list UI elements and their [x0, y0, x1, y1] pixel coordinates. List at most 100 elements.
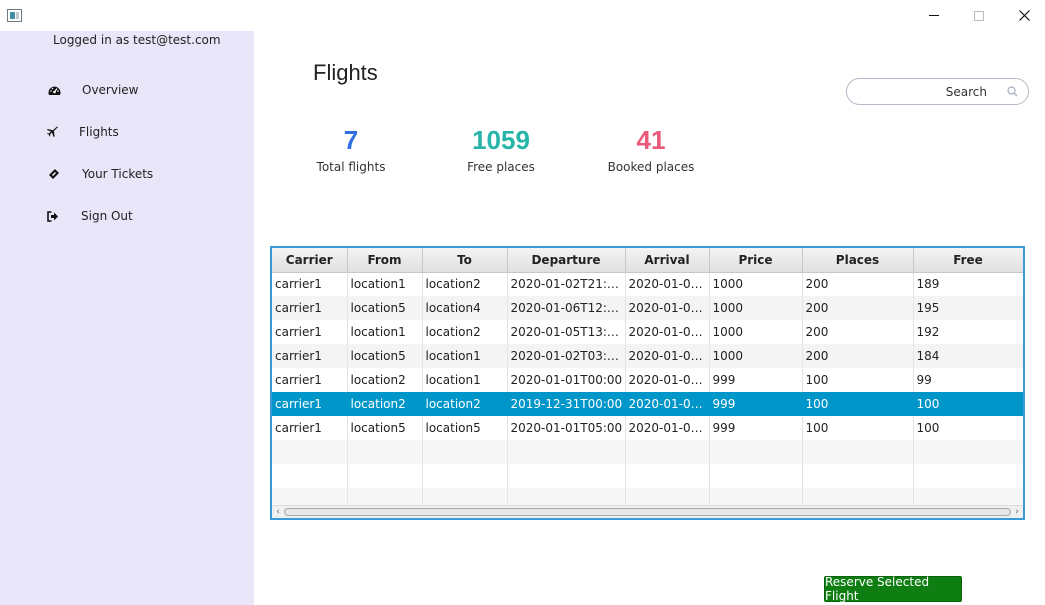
search-box[interactable]	[846, 78, 1029, 105]
stat-total-flights: 7 Total flights	[281, 124, 421, 174]
table-row[interactable]: carrier1 location1 location2 2020-01-02T…	[272, 272, 1023, 296]
cell-carrier: carrier1	[272, 272, 348, 296]
column-header-arrival[interactable]: Arrival	[625, 248, 710, 273]
column-header-price[interactable]: Price	[709, 248, 803, 273]
cell-carrier: carrier1	[272, 296, 348, 320]
cell-free: 99	[913, 368, 1023, 392]
cell-arrival: 2020-01-01T…	[625, 416, 710, 440]
close-icon	[1018, 10, 1030, 21]
sidebar-item-your-tickets[interactable]: Your Tickets	[0, 161, 254, 187]
cell-departure: 2020-01-05T13:10:25	[507, 320, 626, 344]
sidebar-item-sign-out[interactable]: Sign Out	[0, 203, 254, 229]
stat-caption: Free places	[467, 160, 535, 174]
cell-price: 1000	[709, 344, 803, 368]
sidebar-item-label: Your Tickets	[82, 167, 154, 181]
scroll-left-icon[interactable]: ‹	[272, 506, 284, 518]
cell-from: location5	[347, 344, 423, 368]
cell-arrival: 2020-01-02T…	[625, 344, 710, 368]
stat-value: 41	[636, 125, 666, 155]
dashboard-icon	[47, 83, 61, 97]
cell-to: location2	[422, 272, 508, 296]
column-header-free[interactable]: Free	[913, 248, 1023, 273]
flights-table[interactable]: Carrier From To Departure Arrival Price …	[270, 246, 1025, 520]
stat-booked-places: 41 Booked places	[581, 124, 721, 174]
app-icon	[7, 9, 22, 22]
minimize-button[interactable]	[911, 0, 957, 31]
cell-places: 200	[802, 320, 914, 344]
cell-departure: 2020-01-01T00:00	[507, 368, 626, 392]
cell-price: 999	[709, 368, 803, 392]
empty-row	[272, 440, 1023, 464]
table-row[interactable]: carrier1 location5 location4 2020-01-06T…	[272, 296, 1023, 320]
cell-price: 1000	[709, 272, 803, 296]
maximize-icon	[974, 10, 984, 21]
cell-places: 100	[802, 416, 914, 440]
cell-free: 192	[913, 320, 1023, 344]
cell-from: location5	[347, 416, 423, 440]
table-row[interactable]: carrier1 location1 location2 2020-01-05T…	[272, 320, 1023, 344]
sign-out-icon	[46, 209, 60, 223]
cell-to: location2	[422, 392, 508, 416]
cell-carrier: carrier1	[272, 392, 348, 416]
scrollbar-thumb[interactable]	[284, 508, 1011, 516]
stat-caption: Total flights	[316, 160, 386, 174]
scroll-right-icon[interactable]: ›	[1011, 506, 1023, 518]
ticket-icon	[47, 167, 61, 181]
column-header-places[interactable]: Places	[802, 248, 914, 273]
cell-departure: 2019-12-31T00:00	[507, 392, 626, 416]
cell-arrival: 2020-01-01T…	[625, 392, 710, 416]
page-title: Flights	[313, 60, 378, 85]
maximize-button[interactable]	[956, 0, 1002, 31]
cell-departure: 2020-01-02T03:51:55	[507, 344, 626, 368]
search-input[interactable]	[857, 83, 1007, 101]
cell-price: 1000	[709, 320, 803, 344]
table-row[interactable]: carrier1 location5 location1 2020-01-02T…	[272, 344, 1023, 368]
sidebar-item-overview[interactable]: Overview	[0, 77, 254, 103]
minimize-icon	[929, 15, 939, 16]
cell-places: 200	[802, 272, 914, 296]
reserve-selected-flight-button[interactable]: Reserve Selected Flight	[824, 575, 962, 603]
cell-carrier: carrier1	[272, 344, 348, 368]
cell-departure: 2020-01-01T05:00	[507, 416, 626, 440]
cell-from: location1	[347, 320, 423, 344]
cell-from: location1	[347, 272, 423, 296]
cell-price: 999	[709, 392, 803, 416]
horizontal-scrollbar[interactable]: ‹ ›	[272, 505, 1023, 518]
column-header-carrier[interactable]: Carrier	[272, 248, 348, 273]
sidebar: Logged in as test@test.com Overview Flig…	[0, 31, 254, 605]
cell-places: 100	[802, 392, 914, 416]
cell-free: 189	[913, 272, 1023, 296]
cell-carrier: carrier1	[272, 416, 348, 440]
cell-arrival: 2020-01-05T…	[625, 320, 710, 344]
table-row[interactable]: carrier1 location2 location1 2020-01-01T…	[272, 368, 1023, 392]
table-row[interactable]: carrier1 location5 location5 2020-01-01T…	[272, 416, 1023, 440]
cell-arrival: 2020-01-03T…	[625, 272, 710, 296]
cell-to: location4	[422, 296, 508, 320]
cell-departure: 2020-01-06T12:00:37	[507, 296, 626, 320]
cell-from: location2	[347, 368, 423, 392]
empty-row	[272, 464, 1023, 488]
title-bar	[0, 0, 1045, 31]
cell-free: 184	[913, 344, 1023, 368]
stat-value: 7	[343, 125, 359, 155]
cell-places: 100	[802, 368, 914, 392]
cell-arrival: 2020-01-06T…	[625, 296, 710, 320]
stat-free-places: 1059 Free places	[431, 124, 571, 174]
cell-to: location1	[422, 344, 508, 368]
table-header: Carrier From To Departure Arrival Price …	[272, 248, 1023, 273]
column-header-departure[interactable]: Departure	[507, 248, 626, 273]
cell-to: location2	[422, 320, 508, 344]
stat-caption: Booked places	[607, 160, 695, 174]
cell-carrier: carrier1	[272, 320, 348, 344]
column-header-from[interactable]: From	[347, 248, 423, 273]
stat-value: 1059	[472, 125, 530, 155]
cell-to: location1	[422, 368, 508, 392]
sidebar-item-label: Overview	[82, 83, 139, 97]
app-window: Logged in as test@test.com Overview Flig…	[0, 0, 1045, 605]
logged-in-label: Logged in as test@test.com	[53, 33, 221, 47]
sidebar-item-flights[interactable]: Flights	[0, 119, 254, 145]
column-header-to[interactable]: To	[422, 248, 508, 273]
cell-price: 999	[709, 416, 803, 440]
close-button[interactable]	[1001, 0, 1045, 31]
table-row-selected[interactable]: carrier1 location2 location2 2019-12-31T…	[272, 392, 1023, 416]
